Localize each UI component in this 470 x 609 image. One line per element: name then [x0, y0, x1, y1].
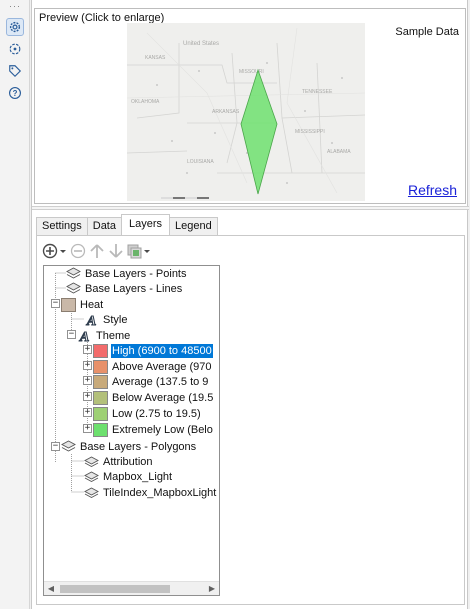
tree-node-tileindex-mapboxlight[interactable]: TileIndex_MapboxLight — [84, 485, 217, 500]
add-layer-dropdown[interactable] — [42, 241, 68, 261]
scroll-left-icon[interactable]: ◀ — [44, 582, 58, 595]
tree-node-label: Base Layers - Polygons — [80, 440, 197, 453]
tree-node-below-average[interactable]: Below Average (19.5 — [93, 390, 214, 405]
collapse-heat-icon[interactable]: − — [51, 299, 60, 308]
layer-icon — [84, 455, 99, 469]
tree-node-label: Attribution — [103, 455, 153, 468]
tool-rail: ··· ? — [0, 0, 30, 609]
tree-node-style[interactable]: A Style — [84, 312, 128, 327]
svg-text:?: ? — [13, 89, 18, 98]
svg-text:A: A — [79, 330, 89, 343]
color-swatch — [93, 406, 108, 421]
tree-node-label: Base Layers - Lines — [85, 282, 183, 295]
move-up-icon[interactable] — [88, 241, 106, 261]
color-swatch — [93, 390, 108, 405]
tree-node-label: High (6900 to 48500 — [111, 343, 213, 358]
tree-node-label: Above Average (970 — [112, 360, 212, 373]
sample-data-label: Sample Data — [395, 26, 459, 38]
map-label-state: TENNESSEE — [302, 89, 333, 95]
svg-text:A: A — [86, 314, 96, 327]
tag-icon[interactable] — [6, 62, 24, 80]
tree-node-label: Low (2.75 to 19.5) — [112, 407, 201, 420]
tree-node-base-layers-points[interactable]: Base Layers - Points — [66, 266, 188, 281]
tree-node-mapbox-light[interactable]: Mapbox_Light — [84, 469, 173, 484]
layer-style-dropdown[interactable] — [126, 241, 152, 261]
configuration-panel: Preview (Click to enlarge) Sample Data U… — [31, 0, 469, 609]
refresh-link[interactable]: Refresh — [408, 182, 457, 198]
theme-a-icon: A — [77, 329, 92, 343]
style-a-icon: A — [84, 313, 99, 327]
heat-swatch — [61, 297, 76, 312]
expand-above-average-icon[interactable]: + — [83, 361, 92, 370]
collapse-polygons-icon[interactable]: − — [51, 442, 60, 451]
layer-icon — [84, 470, 99, 484]
settings-gear-icon[interactable] — [6, 18, 24, 36]
tree-node-label: Mapbox_Light — [103, 470, 173, 483]
layers-icon — [66, 282, 81, 296]
map-label-country: United States — [183, 41, 219, 47]
map-label-state: OKLAHOMA — [131, 99, 160, 105]
map-label-state: ALABAMA — [327, 149, 351, 155]
panel-splitter[interactable] — [32, 206, 469, 210]
tree-node-label: Extremely Low (Belo — [112, 423, 213, 436]
tree-node-heat[interactable]: Heat — [61, 297, 104, 312]
tree-node-average[interactable]: Average (137.5 to 9 — [93, 374, 209, 389]
layer-icon — [84, 486, 99, 500]
gps-locator-icon[interactable] — [6, 40, 24, 58]
collapse-theme-icon[interactable]: − — [67, 330, 76, 339]
expand-high-icon[interactable]: + — [83, 345, 92, 354]
map-label-state: MISSISSIPPI — [295, 129, 325, 135]
map-preview[interactable]: United States OKLAHOMA ARKANSAS MISSISSI… — [127, 23, 365, 201]
tree-node-label: TileIndex_MapboxLight — [103, 486, 217, 499]
color-swatch — [93, 422, 108, 437]
tab-layers[interactable]: Layers — [121, 214, 171, 235]
rail-grip[interactable]: ··· — [9, 2, 21, 11]
tab-legend[interactable]: Legend — [169, 217, 218, 235]
map-label-state: LOUISIANA — [187, 159, 214, 165]
tree-node-high[interactable]: High (6900 to 48500 — [93, 343, 213, 358]
tree-node-label: Theme — [96, 329, 131, 342]
tab-settings[interactable]: Settings — [36, 217, 88, 235]
map-label-state: MISSOURI — [239, 69, 264, 75]
color-swatch — [93, 343, 108, 358]
tree-node-label: Style — [103, 313, 128, 326]
expand-average-icon[interactable]: + — [83, 376, 92, 385]
expand-below-average-icon[interactable]: + — [83, 392, 92, 401]
map-label-state: KANSAS — [145, 55, 166, 61]
map-scale-bar — [161, 197, 209, 199]
layers-tree[interactable]: − − + + + + + + − Base Layers - Points B… — [43, 265, 220, 596]
tree-node-label: Below Average (19.5 — [112, 391, 214, 404]
tree-node-label: Heat — [80, 298, 104, 311]
tree-node-attribution[interactable]: Attribution — [84, 454, 154, 469]
horizontal-scrollbar[interactable]: ◀ ▶ — [44, 581, 219, 595]
layers-tab-content: − − + + + + + + − Base Layers - Points B… — [36, 235, 465, 605]
tree-node-extremely-low[interactable]: Extremely Low (Belo — [93, 422, 214, 437]
layers-icon — [61, 440, 76, 454]
tree-node-low[interactable]: Low (2.75 to 19.5) — [93, 406, 202, 421]
expand-extremely-low-icon[interactable]: + — [83, 424, 92, 433]
remove-layer-icon[interactable] — [69, 241, 87, 261]
scroll-thumb[interactable] — [60, 585, 170, 593]
tree-node-label: Base Layers - Points — [85, 267, 187, 280]
tree-node-above-average[interactable]: Above Average (970 — [93, 359, 212, 374]
color-swatch — [93, 359, 108, 374]
layers-toolbar — [42, 240, 152, 262]
expand-low-icon[interactable]: + — [83, 408, 92, 417]
preview-area[interactable]: Preview (Click to enlarge) Sample Data U… — [34, 8, 466, 204]
move-down-icon[interactable] — [107, 241, 125, 261]
tab-data[interactable]: Data — [86, 217, 122, 235]
tree-node-base-layers-polygons[interactable]: Base Layers - Polygons — [61, 439, 197, 454]
help-icon[interactable]: ? — [6, 84, 24, 102]
tab-bar: Settings Data Layers Legend — [36, 214, 218, 235]
map-label-state: ARKANSAS — [212, 109, 240, 115]
scroll-right-icon[interactable]: ▶ — [205, 582, 219, 595]
tree-node-base-layers-lines[interactable]: Base Layers - Lines — [66, 281, 183, 296]
color-swatch — [93, 374, 108, 389]
layers-icon — [66, 267, 81, 281]
tree-node-label: Average (137.5 to 9 — [112, 375, 209, 388]
tree-node-theme[interactable]: A Theme — [77, 328, 131, 343]
